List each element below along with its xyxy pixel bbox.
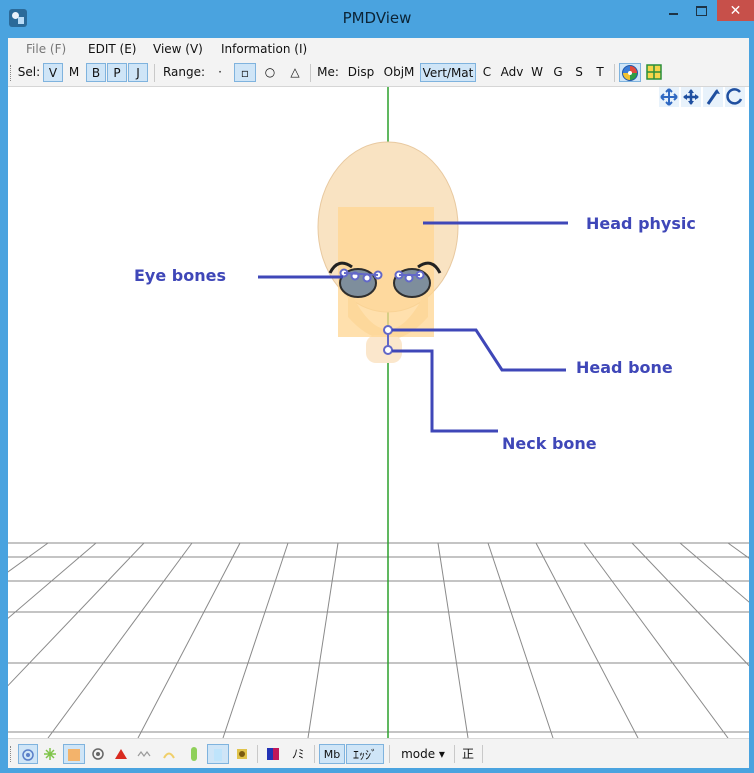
center-target-button[interactable] xyxy=(619,63,641,82)
menu-view[interactable]: View (V) xyxy=(153,42,203,56)
toolbar-separator xyxy=(614,64,615,82)
neck-bone-label: Neck bone xyxy=(502,434,597,453)
toolbar-separator xyxy=(154,64,155,82)
sei-button[interactable]: 正 xyxy=(458,744,478,764)
menu-edit[interactable]: EDIT (E) xyxy=(88,42,136,56)
neck-bone-marker[interactable] xyxy=(383,345,393,355)
range-point-button[interactable]: · xyxy=(210,63,230,82)
vert-mat-button[interactable]: Vert/Mat xyxy=(420,63,476,82)
g-button[interactable]: G xyxy=(549,63,567,82)
bottom-separator xyxy=(389,745,390,763)
light-burst-button[interactable] xyxy=(40,744,60,764)
joint-icon xyxy=(214,749,222,761)
sel-b-toggle[interactable]: B xyxy=(86,63,106,82)
objm-button[interactable]: ObjM xyxy=(380,63,418,82)
3d-viewport[interactable]: Head physic Eye bones Head bone Neck bon… xyxy=(8,87,749,738)
grid-toggle-button[interactable] xyxy=(643,63,665,82)
c-button[interactable]: C xyxy=(478,63,496,82)
range-circle-button[interactable]: ○ xyxy=(259,63,281,82)
edge-toggle[interactable]: ｴｯｼﾞ xyxy=(346,744,384,764)
color-swatch-icon xyxy=(267,748,279,760)
mb-toggle[interactable]: Mb xyxy=(319,744,345,764)
range-label: Range: xyxy=(162,65,206,79)
head-bone-marker[interactable] xyxy=(383,325,393,335)
sel-v-toggle[interactable]: V xyxy=(43,63,63,82)
reset-view-icon[interactable] xyxy=(725,87,745,107)
bottom-toolbar: ﾉﾐ Mb ｴｯｼﾞ mode ▾ 正 xyxy=(8,738,749,768)
toolbar: Sel: V M B P J Range: · ▫ ○ △ Me: Disp O… xyxy=(8,60,749,87)
view-nav-tools xyxy=(659,87,749,109)
color-swatch-button[interactable] xyxy=(263,744,283,764)
physics-display-button[interactable] xyxy=(183,744,205,764)
mode-dropdown[interactable]: mode ▾ xyxy=(395,744,451,764)
title-bar[interactable]: PMDView ✕ xyxy=(0,0,754,38)
app-window: PMDView ✕ File (F) EDIT (E) View (V) Inf… xyxy=(0,0,754,773)
bone-circle-icon xyxy=(92,748,104,760)
adv-button[interactable]: Adv xyxy=(498,63,526,82)
morph-icon xyxy=(237,749,247,759)
viewport-canvas[interactable] xyxy=(8,87,749,738)
nomi-button[interactable]: ﾉﾐ xyxy=(285,744,311,764)
w-button[interactable]: W xyxy=(528,63,546,82)
close-icon: ✕ xyxy=(729,2,742,19)
wave-display-button[interactable] xyxy=(134,744,156,764)
glow-icon xyxy=(163,752,175,759)
bone-display-button[interactable] xyxy=(88,744,108,764)
grid-icon xyxy=(646,64,662,80)
ik-display-button[interactable] xyxy=(111,744,131,764)
close-button[interactable]: ✕ xyxy=(717,0,754,21)
minimize-icon xyxy=(669,12,678,15)
bottom-toolbar-grip[interactable] xyxy=(10,746,13,762)
head-physic-label: Head physic xyxy=(586,214,696,233)
morph-display-button[interactable] xyxy=(231,744,253,764)
bottom-separator xyxy=(314,745,315,763)
menu-information[interactable]: Information (I) xyxy=(221,42,307,56)
move-view-icon[interactable] xyxy=(681,87,701,107)
toolbar-grip[interactable] xyxy=(10,65,13,81)
t-button[interactable]: T xyxy=(591,63,609,82)
range-triangle-button[interactable]: △ xyxy=(284,63,306,82)
red-triangle-icon xyxy=(115,749,127,759)
sel-m-toggle[interactable]: M xyxy=(64,63,84,82)
maximize-button[interactable] xyxy=(688,0,715,21)
rotate-view-icon[interactable] xyxy=(659,87,679,107)
maximize-icon xyxy=(696,5,707,16)
wave-icon xyxy=(137,751,151,757)
sel-p-toggle[interactable]: P xyxy=(107,63,127,82)
menu-bar: File (F) EDIT (E) View (V) Information (… xyxy=(8,38,749,60)
disp-button[interactable]: Disp xyxy=(344,63,378,82)
range-rect-button[interactable]: ▫ xyxy=(234,63,256,82)
bottom-separator xyxy=(482,745,483,763)
window-title: PMDView xyxy=(342,9,412,27)
sel-label: Sel: xyxy=(17,65,41,79)
menu-file[interactable]: File (F) xyxy=(26,42,66,56)
capsule-icon xyxy=(191,747,197,761)
me-label: Me: xyxy=(317,65,339,79)
head-bone-label: Head bone xyxy=(576,358,673,377)
floor-grid xyxy=(8,542,749,738)
bottom-separator xyxy=(454,745,455,763)
client-area: File (F) EDIT (E) View (V) Information (… xyxy=(8,38,749,768)
vertex-dot-icon xyxy=(22,749,34,761)
eye-bones-label: Eye bones xyxy=(134,266,226,285)
sel-j-toggle[interactable]: J xyxy=(128,63,148,82)
sparkle-icon xyxy=(44,748,56,760)
material-icon xyxy=(68,749,80,761)
s-button[interactable]: S xyxy=(570,63,588,82)
minimize-button[interactable] xyxy=(660,0,687,21)
glow-display-button[interactable] xyxy=(158,744,180,764)
bottom-separator xyxy=(257,745,258,763)
zoom-view-icon[interactable] xyxy=(703,87,723,107)
toolbar-separator xyxy=(310,64,311,82)
target-icon xyxy=(622,65,638,81)
joint-display-button[interactable] xyxy=(207,744,229,764)
material-display-button[interactable] xyxy=(63,744,85,764)
vertex-display-button[interactable] xyxy=(18,744,38,764)
